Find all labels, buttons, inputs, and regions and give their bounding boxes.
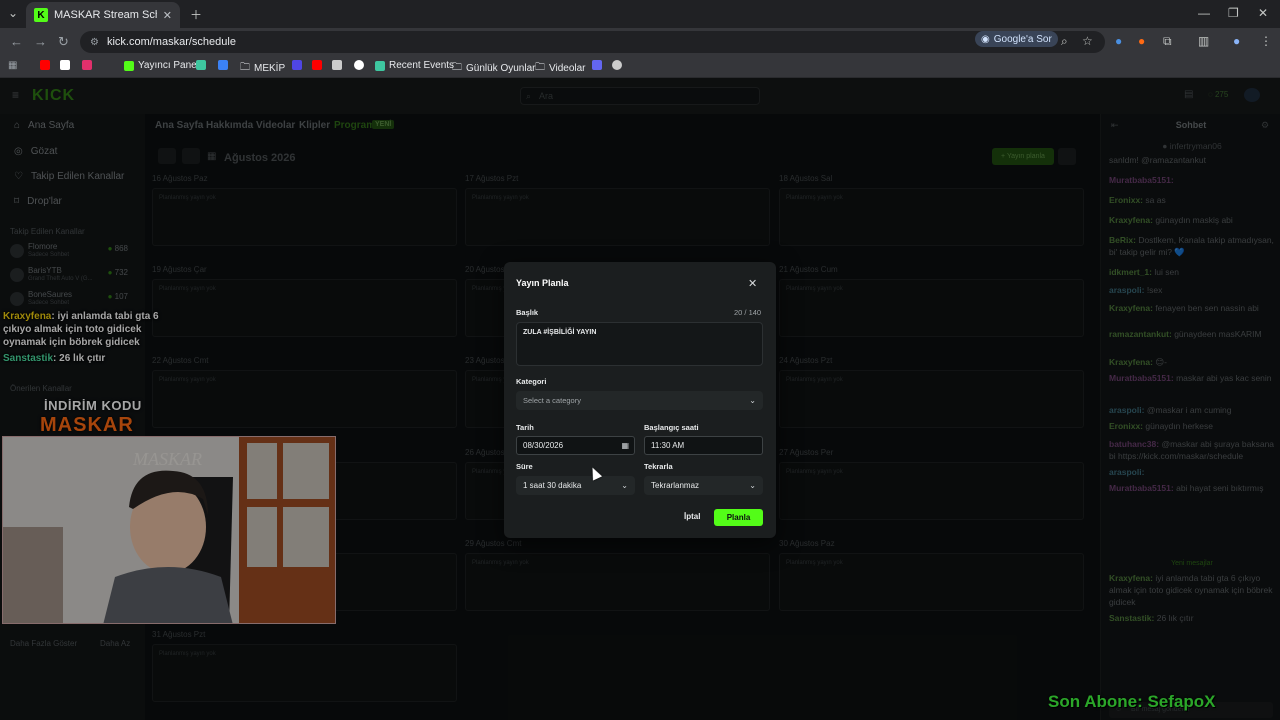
- stream-title-input[interactable]: ZULA #İŞBİLİĞİ YAYIN: [516, 322, 763, 366]
- minimize-icon[interactable]: —: [1198, 6, 1210, 20]
- google-sor-label: Google'a Sor: [993, 33, 1052, 45]
- bookmark-instagram[interactable]: [82, 60, 92, 70]
- side-panel-icon[interactable]: ▥: [1198, 34, 1209, 48]
- streamlabs-icon: [375, 60, 385, 71]
- bookmark-x[interactable]: [60, 60, 70, 70]
- new-tab-icon[interactable]: ＋: [190, 6, 202, 23]
- modal-title: Yayın Planla: [516, 278, 569, 288]
- duration-value: 1 saat 30 dakika: [523, 481, 582, 490]
- bookmark-mekip[interactable]: 🗀 MEKİP: [240, 60, 285, 77]
- bookmark-star-icon[interactable]: ☆: [1082, 34, 1093, 48]
- kick-icon: [124, 60, 134, 71]
- x-icon: [60, 60, 70, 70]
- bookmark-image[interactable]: [332, 60, 342, 70]
- category-placeholder: Select a category: [523, 396, 581, 405]
- forward-icon[interactable]: →: [34, 34, 47, 49]
- url-text: kick.com/maskar/schedule: [106, 36, 236, 48]
- folder-icon: 🗀: [240, 62, 250, 73]
- app-icon: [196, 60, 206, 70]
- bookmark-recent-events[interactable]: Recent Events: [375, 60, 454, 71]
- site-info-icon[interactable]: ⚙: [90, 37, 99, 48]
- bookmark-label: Videolar: [549, 63, 586, 74]
- tab-title: MASKAR Stream Schedule - We: [54, 9, 157, 21]
- google-lens-icon: ◉: [981, 33, 990, 45]
- title-label: Başlık: [516, 308, 539, 317]
- bookmark-app[interactable]: [196, 60, 206, 70]
- bookmark-arrow[interactable]: [218, 60, 228, 70]
- discord-icon: [292, 60, 302, 70]
- cancel-button[interactable]: İptal: [684, 512, 700, 521]
- bookmark-label: Günlük Oyunlar: [466, 63, 536, 74]
- arrow-icon: [218, 60, 228, 70]
- category-label: Kategori: [516, 377, 547, 386]
- bookmark-discord[interactable]: [292, 60, 302, 70]
- close-icon[interactable]: ✕: [748, 277, 757, 290]
- youtube-icon: [312, 60, 322, 70]
- category-select[interactable]: Select a category ⌄: [516, 391, 763, 410]
- apps-grid-icon[interactable]: ▦: [8, 60, 17, 71]
- bookmarks-bar: ▦ Yayıncı Paneli 🗀 MEKİP Recent Events 🗀 G…: [0, 56, 1280, 78]
- omnibox[interactable]: ⚙ kick.com/maskar/schedule: [80, 31, 1105, 53]
- kick-favicon-icon: K: [34, 8, 48, 22]
- chevron-down-icon: ⌄: [621, 481, 628, 490]
- extensions-puzzle-icon[interactable]: ⧉: [1163, 34, 1172, 49]
- date-label: Tarih: [516, 423, 534, 432]
- bookmark-youtube[interactable]: [40, 60, 50, 70]
- chevron-down-icon: ⌄: [749, 396, 756, 405]
- bookmark-circle[interactable]: [354, 60, 364, 70]
- reload-icon[interactable]: ↻: [58, 34, 69, 50]
- extension-fire-icon[interactable]: ●: [1138, 34, 1145, 48]
- close-tab-icon[interactable]: ✕: [163, 9, 172, 22]
- address-bar-row: ← → ↻ ⚙ kick.com/maskar/schedule ◉ Googl…: [0, 28, 1280, 56]
- image-icon: [332, 60, 342, 70]
- start-time-input[interactable]: 11:30 AM: [644, 436, 763, 455]
- start-time-value: 11:30 AM: [651, 441, 685, 450]
- duration-select[interactable]: 1 saat 30 dakika ⌄: [516, 476, 635, 495]
- circle-icon: [354, 60, 364, 70]
- youtube-icon: [40, 60, 50, 70]
- schedule-stream-modal: Yayın Planla ✕ Başlık 20 / 140 ZULA #İŞB…: [504, 262, 776, 538]
- stream-title-value: ZULA #İŞBİLİĞİ YAYIN: [523, 329, 597, 336]
- char-counter: 20 / 140: [734, 308, 762, 317]
- date-input[interactable]: 08/30/2026 ▦: [516, 436, 635, 455]
- back-icon[interactable]: ←: [10, 34, 23, 49]
- start-time-label: Başlangıç saati: [644, 423, 699, 432]
- bookmark-videolar[interactable]: 🗀 Videolar: [535, 60, 586, 77]
- extension-shield-icon[interactable]: ●: [1115, 34, 1122, 48]
- close-window-icon[interactable]: ✕: [1258, 6, 1268, 20]
- bookmark-youtube-2[interactable]: [312, 60, 322, 70]
- repeat-value: Tekrarlanmaz: [651, 481, 700, 490]
- chevron-down-icon: ⌄: [749, 481, 756, 490]
- zoom-icon[interactable]: ⌕: [1061, 34, 1068, 49]
- calendar-icon[interactable]: ▦: [621, 437, 629, 454]
- tab-list-icon[interactable]: ⌄: [8, 6, 18, 20]
- bookmark-circle-2[interactable]: [612, 60, 622, 70]
- menu-icon: [592, 60, 602, 70]
- instagram-icon: [82, 60, 92, 70]
- folder-icon: 🗀: [535, 62, 545, 73]
- circle-icon: [612, 60, 622, 70]
- browser-tab[interactable]: K MASKAR Stream Schedule - We ✕: [26, 2, 180, 28]
- browser-tab-strip: ⌄ K MASKAR Stream Schedule - We ✕ ＋ — ❐ …: [0, 0, 1280, 28]
- repeat-label: Tekrarla: [644, 462, 673, 471]
- date-value: 08/30/2026: [523, 441, 564, 450]
- bookmark-gunluk-oyunlar[interactable]: 🗀 Günlük Oyunlar: [452, 60, 535, 77]
- google-sor-chip[interactable]: ◉ Google'a Sor: [975, 31, 1058, 47]
- restore-icon[interactable]: ❐: [1228, 6, 1239, 20]
- folder-icon: 🗀: [452, 62, 462, 73]
- duration-label: Süre: [516, 462, 533, 471]
- bookmark-label: MEKİP: [254, 63, 286, 74]
- browser-menu-icon[interactable]: ⋮: [1260, 34, 1272, 48]
- bookmark-yayinci-paneli[interactable]: Yayıncı Paneli: [124, 60, 201, 71]
- repeat-select[interactable]: Tekrarlanmaz ⌄: [644, 476, 763, 495]
- bookmark-menu[interactable]: [592, 60, 602, 70]
- profile-avatar-icon[interactable]: ●: [1233, 34, 1240, 48]
- schedule-button[interactable]: Planla: [714, 509, 763, 526]
- bookmark-label: Recent Events: [389, 60, 455, 71]
- bookmark-label: Yayıncı Paneli: [138, 60, 202, 71]
